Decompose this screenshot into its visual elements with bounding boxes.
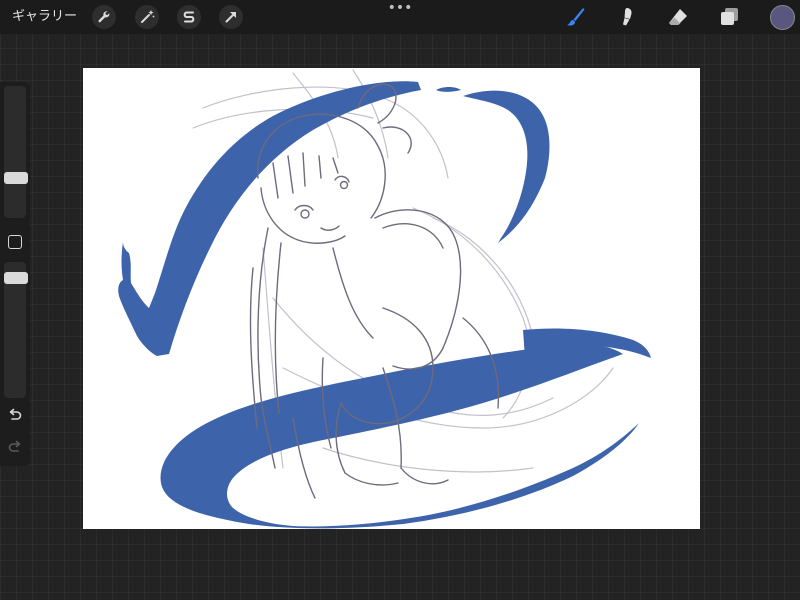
brush-icon[interactable]: [562, 4, 588, 30]
layers-icon[interactable]: [716, 4, 742, 30]
wrench-icon[interactable]: [91, 4, 117, 30]
modify-square-icon[interactable]: [8, 235, 22, 249]
more-options-button[interactable]: •••: [387, 1, 413, 15]
blue-ribbon-strokes: [118, 81, 651, 529]
gallery-button[interactable]: ギャラリー: [12, 7, 77, 27]
transform-arrow-icon[interactable]: [218, 4, 244, 30]
eraser-icon[interactable]: [665, 4, 691, 30]
selection-s-icon[interactable]: [176, 4, 202, 30]
color-picker-button[interactable]: [770, 5, 795, 30]
top-toolbar: ギャラリー •••: [0, 0, 800, 34]
drawing-canvas[interactable]: [83, 68, 700, 529]
smudge-icon[interactable]: [613, 4, 639, 30]
undo-icon[interactable]: [6, 406, 24, 424]
opacity-handle[interactable]: [4, 272, 28, 284]
artwork: [118, 69, 651, 529]
magic-wand-icon[interactable]: [134, 4, 160, 30]
left-sidebar: [0, 82, 30, 466]
brush-size-handle[interactable]: [4, 172, 28, 184]
brush-size-slider[interactable]: [4, 86, 26, 218]
redo-icon[interactable]: [6, 438, 24, 456]
